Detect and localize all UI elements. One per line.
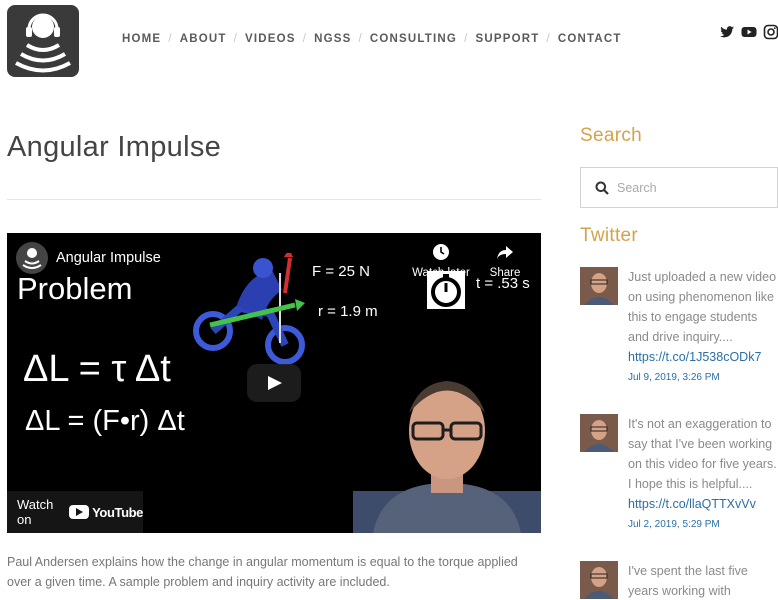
search-box xyxy=(580,167,778,208)
motorcycle-illustration xyxy=(193,253,305,365)
youtube-icon[interactable] xyxy=(741,24,757,40)
presenter-image xyxy=(353,381,541,533)
channel-avatar[interactable] xyxy=(16,242,48,274)
play-button[interactable] xyxy=(247,364,301,402)
nav-videos[interactable]: VIDEOS xyxy=(245,33,296,45)
divider xyxy=(7,199,541,200)
tweet-date[interactable]: Jul 9, 2019, 3:26 PM xyxy=(628,367,778,389)
nav-contact[interactable]: CONTACT xyxy=(558,33,622,45)
nav-separator: / xyxy=(168,33,173,45)
nav-consulting[interactable]: CONSULTING xyxy=(370,33,457,45)
instagram-icon[interactable] xyxy=(763,24,778,40)
stopwatch-icon xyxy=(427,271,465,309)
avatar[interactable] xyxy=(580,414,618,452)
watch-on-label: Watch on xyxy=(17,497,54,527)
tweet-text: Just uploaded a new video on using pheno… xyxy=(628,270,777,344)
video-title[interactable]: Angular Impulse xyxy=(56,250,161,266)
nav-separator: / xyxy=(546,33,551,45)
tweet-date[interactable]: Jul 2, 2019, 5:29 PM xyxy=(628,514,778,536)
nav-separator: / xyxy=(358,33,363,45)
video-overlay-problem: Problem xyxy=(17,271,133,306)
search-icon xyxy=(595,181,609,195)
nav-about[interactable]: ABOUT xyxy=(180,33,227,45)
video-description: Paul Andersen explains how the change in… xyxy=(7,555,518,589)
video-player[interactable]: Angular Impulse Watch later Share Proble… xyxy=(7,233,541,533)
tweet-text: It's not an exaggeration to say that I'v… xyxy=(628,417,777,491)
nav-separator: / xyxy=(464,33,469,45)
main-nav: HOME / ABOUT / VIDEOS / NGSS / CONSULTIN… xyxy=(122,33,622,45)
social-links xyxy=(719,24,778,40)
video-overlay-time: t = .53 s xyxy=(476,275,530,292)
tweet-link[interactable]: https://t.co/1J538cODk7 xyxy=(628,347,778,367)
video-overlay-force: F = 25 N xyxy=(312,263,370,280)
youtube-play-icon xyxy=(69,505,90,519)
tweet-text: I've spent the last five years working w… xyxy=(628,564,748,598)
nav-separator: / xyxy=(302,33,308,45)
video-overlay-equation-1: ΔL = τ Δt xyxy=(23,348,171,390)
youtube-wordmark: YouTube xyxy=(92,504,143,520)
tweet-link[interactable]: https://t.co/llaQTTXvVv xyxy=(628,494,778,514)
watch-on-youtube-button[interactable]: Watch on YouTube xyxy=(7,491,143,533)
nav-support[interactable]: SUPPORT xyxy=(475,33,539,45)
video-overlay-equation-2: ΔL = (F•r) Δt xyxy=(25,405,185,437)
twitter-icon[interactable] xyxy=(719,24,735,40)
page-title: Angular Impulse xyxy=(7,131,222,163)
twitter-heading: Twitter xyxy=(580,225,639,246)
youtube-logo: YouTube xyxy=(69,505,143,520)
nav-ngss[interactable]: NGSS xyxy=(314,33,351,45)
search-input[interactable] xyxy=(617,178,767,198)
site-logo[interactable] xyxy=(7,5,79,77)
nav-separator: / xyxy=(233,33,239,45)
nav-home[interactable]: HOME xyxy=(122,33,161,45)
clock-icon xyxy=(433,244,449,260)
headphones-logo-icon xyxy=(15,13,71,73)
video-overlay-radius: r = 1.9 m xyxy=(318,303,378,320)
avatar[interactable] xyxy=(580,267,618,305)
channel-logo-icon xyxy=(22,248,42,269)
share-arrow-icon xyxy=(497,246,513,259)
search-heading: Search xyxy=(580,125,643,146)
share-button[interactable]: Share xyxy=(475,243,535,279)
avatar[interactable] xyxy=(580,561,618,599)
